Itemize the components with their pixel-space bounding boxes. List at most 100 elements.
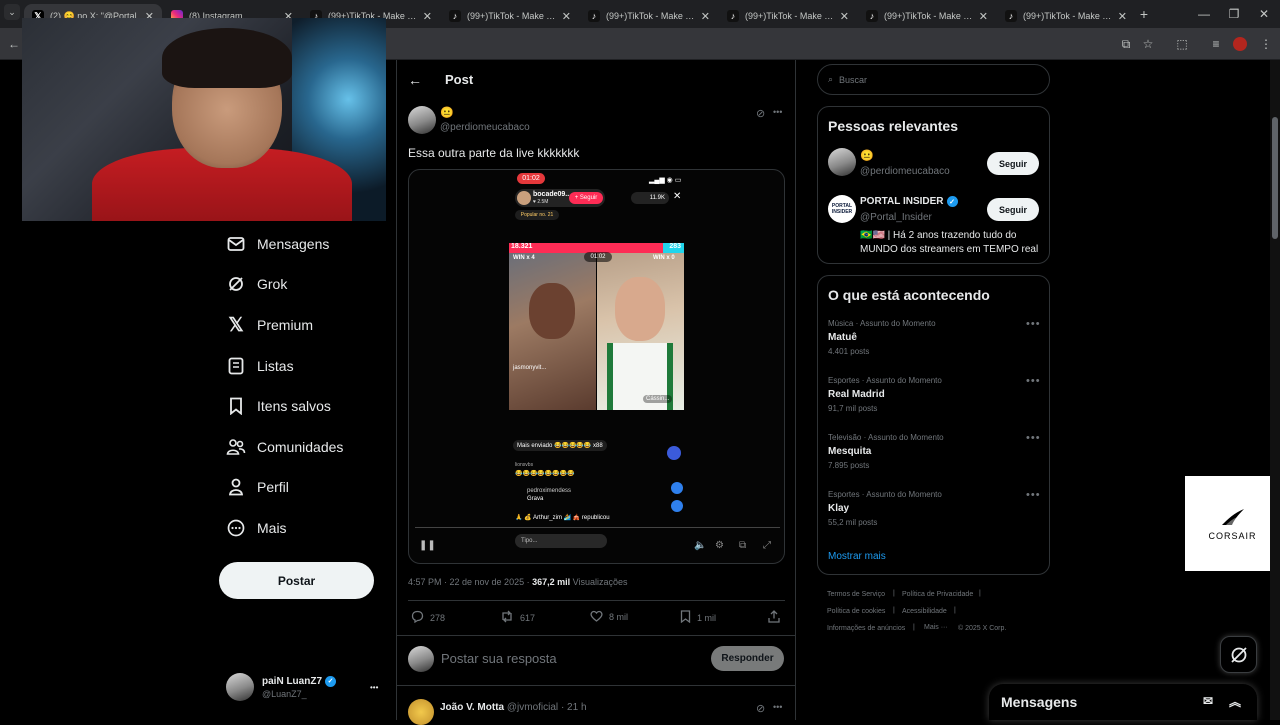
star-icon[interactable]: ☆ [1138,34,1158,54]
live-comment-input[interactable]: Tipo... [515,534,607,548]
page-scrollbar[interactable] [1270,60,1280,720]
footer-link[interactable]: Acessibilidade [902,608,947,615]
nav-item-lists[interactable]: Listas [226,351,294,381]
search-input[interactable]: ⌕ Buscar [817,64,1050,95]
maximize-button[interactable]: ❐ [1224,4,1244,24]
messages-drawer[interactable]: Mensagens ✉ ︽ [989,684,1257,720]
close-tab-icon[interactable]: ✕ [701,10,710,23]
close-tab-icon[interactable]: ✕ [840,10,849,23]
trend-item[interactable]: Esportes · Assunto do Momento Klay 55,2 … [828,490,942,527]
cast-icon[interactable]: ⧉ [1116,34,1136,54]
pip-icon[interactable]: ⧉ [739,540,746,551]
person-icon [226,477,246,497]
tweet-more-icon[interactable]: ••• [773,107,782,117]
grok-icon[interactable]: ⊘ [756,107,765,120]
nav-item-grok[interactable]: Grok [226,269,287,299]
account-more-button[interactable]: ••• [370,683,378,692]
media-icon[interactable]: ≡ [1206,34,1226,54]
new-message-icon[interactable]: ✉ [1203,694,1213,708]
nav-item-bookmarks[interactable]: Itens salvos [226,391,331,421]
pause-icon[interactable]: ❚❚ [419,540,436,551]
win-right: WIN x 0 [653,255,675,261]
verified-badge-icon: ✓ [946,196,958,207]
scrollbar-thumb[interactable] [1272,117,1278,239]
nav-item-communities[interactable]: Comunidades [226,432,343,462]
person-avatar[interactable] [828,148,856,176]
footer-link[interactable]: Mais ··· [924,624,948,631]
footer-link[interactable]: Termos de Serviço [827,591,885,598]
grok-icon[interactable]: ⊘ [756,702,765,715]
tab-search-icon[interactable]: ⌄ [4,4,20,20]
account-switcher[interactable]: paiN LuanZ7 ✓ @LuanZ7_ [226,673,337,701]
nav-label: Perfil [257,479,289,495]
profile-avatar-icon[interactable] [1230,34,1250,54]
footer-link[interactable]: Informações de anúncios [827,625,905,632]
close-tab-icon[interactable]: ✕ [423,10,432,23]
nav-label: Mensagens [257,236,330,252]
show-more-link[interactable]: Mostrar mais [828,551,886,562]
share-action[interactable] [768,610,786,625]
bookmark-action[interactable]: 1 mil [680,610,716,625]
tweet-author-handle[interactable]: @perdiomeucabaco [440,122,530,133]
grok-icon [226,274,246,294]
like-action[interactable]: 8 mil [590,610,628,624]
extensions-icon[interactable]: ⬚ [1172,34,1192,54]
grok-fab-button[interactable] [1220,636,1257,673]
nav-item-more[interactable]: Mais [226,513,287,543]
trend-more-icon[interactable]: ••• [1026,318,1041,330]
tweet-author-name[interactable]: 😐 [440,106,454,119]
browser-tab[interactable]: ♪ (99+)TikTok - Make Your ✕ [441,4,579,28]
nav-item-messages[interactable]: Mensagens [226,229,329,259]
back-arrow-icon[interactable]: ← [408,72,422,88]
nav-item-profile[interactable]: Perfil [226,472,289,502]
reply-author-name[interactable]: João V. Motta [440,702,504,713]
footer-link[interactable]: Política de cookies [827,608,885,615]
trend-more-icon[interactable]: ••• [1026,432,1041,444]
settings-icon[interactable]: ⚙ [715,540,724,551]
person-name[interactable]: 😐 [860,149,874,162]
repost-icon [500,610,514,625]
volume-icon[interactable]: 🔈 [694,540,706,551]
trend-item[interactable]: Esportes · Assunto do Momento Real Madri… [828,376,942,413]
person-name-row[interactable]: PORTAL INSIDER ✓ [860,196,958,207]
minimize-button[interactable]: — [1194,4,1214,24]
footer-link[interactable]: Política de Privacidade [902,591,973,598]
browser-tab[interactable]: ♪ (99+)TikTok - Make Your ✕ [997,4,1135,28]
close-live-icon[interactable]: ✕ [673,191,681,202]
close-window-button[interactable]: ✕ [1254,4,1274,24]
trend-more-icon[interactable]: ••• [1026,489,1041,501]
menu-icon[interactable]: ⋮ [1256,34,1276,54]
post-button[interactable]: Postar [219,562,374,599]
browser-tab[interactable]: ♪ (99+)TikTok - Make Your ✕ [858,4,996,28]
account-name: paiN LuanZ7 [262,675,323,687]
close-tab-icon[interactable]: ✕ [979,10,988,23]
follow-button[interactable]: Seguir [987,152,1039,175]
reply-button[interactable]: Responder [711,646,784,671]
fullscreen-icon[interactable]: ⤢ [763,540,771,551]
portal-insider-logo[interactable]: PORTAL INSIDER [828,195,856,223]
repost-action[interactable]: 617 [500,610,535,625]
reply-author-avatar[interactable] [408,699,434,725]
reply-input[interactable]: Postar sua resposta [441,651,557,666]
new-tab-button[interactable]: + [1134,4,1154,24]
back-icon[interactable]: ← [4,34,24,54]
follow-streamer-button[interactable]: + Seguir [569,192,603,204]
webcam-overlay [22,18,386,221]
panel-title: Pessoas relevantes [828,118,958,134]
tweet-video[interactable]: 01:02 ▂▄▆ ◉ ▭ bocade09... ♥ 2.5M + Segui… [408,169,785,564]
video-progress-bar[interactable] [415,527,780,528]
battle-left-video: WIN x 4 jasmonyvit... [509,253,596,410]
close-tab-icon[interactable]: ✕ [1118,10,1127,23]
browser-tab[interactable]: ♪ (99+)TikTok - Make Your ✕ [580,4,718,28]
trend-item[interactable]: Música · Assunto do Momento Matuê 4.401 … [828,319,936,356]
trend-more-icon[interactable]: ••• [1026,375,1041,387]
tweet-author-avatar[interactable] [408,106,436,134]
follow-button[interactable]: Seguir [987,198,1039,221]
nav-item-premium[interactable]: 𝕏 Premium [226,310,313,340]
expand-drawer-icon[interactable]: ︽ [1229,693,1241,710]
reply-more-icon[interactable]: ••• [773,702,782,712]
close-tab-icon[interactable]: ✕ [562,10,571,23]
reply-action[interactable]: 278 [411,610,445,625]
trend-item[interactable]: Televisão · Assunto do Momento Mesquita … [828,433,944,470]
browser-tab[interactable]: ♪ (99+)TikTok - Make Your ✕ [719,4,857,28]
